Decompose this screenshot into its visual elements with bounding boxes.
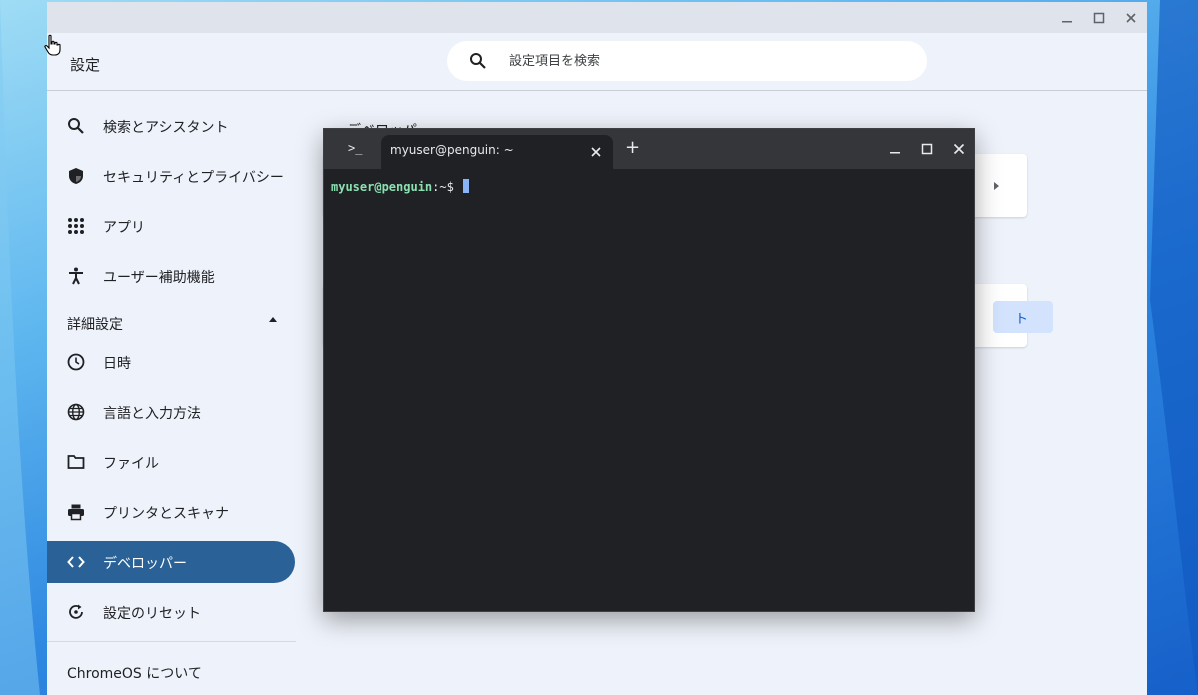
folder-icon: [67, 453, 85, 471]
minimize-icon: [1061, 12, 1073, 24]
maximize-icon: [921, 143, 933, 155]
sidebar-item-accessibility[interactable]: ユーザー補助機能: [47, 255, 295, 297]
maximize-icon: [1093, 12, 1105, 24]
close-icon: [953, 143, 965, 155]
search-icon: [469, 52, 487, 70]
terminal-close-button[interactable]: [949, 139, 969, 159]
hand-pointer-icon: [43, 34, 63, 56]
accessibility-icon: [67, 267, 85, 285]
sidebar-divider: [47, 641, 296, 642]
prompt-line: myuser@penguin:~$: [331, 179, 469, 194]
apps-grid-icon: [67, 217, 85, 235]
sidebar-item-label: 設定のリセット: [103, 603, 201, 623]
search-icon: [67, 117, 85, 135]
sidebar-item-label: 日時: [103, 353, 131, 373]
search-input[interactable]: [509, 51, 909, 71]
sidebar-item-label: ファイル: [103, 453, 159, 473]
clock-icon: [67, 353, 85, 371]
about-chromeos-link[interactable]: ChromeOS について: [67, 663, 202, 683]
close-tab-icon[interactable]: [589, 145, 603, 159]
terminal-app-icon[interactable]: >_: [348, 141, 362, 155]
terminal-tab-bar: >_ myuser@penguin: ~ +: [324, 129, 974, 169]
sidebar-item-search-assistant[interactable]: 検索とアシスタント: [47, 105, 295, 147]
advanced-section-label: 詳細設定: [67, 317, 123, 333]
sidebar-item-label: 言語と入力方法: [103, 403, 201, 423]
caret-up-icon: [269, 317, 277, 322]
page-title: 設定: [70, 54, 100, 75]
sidebar-item-date-time[interactable]: 日時: [47, 341, 295, 383]
search-box[interactable]: [447, 41, 927, 81]
sidebar-item-label: ユーザー補助機能: [103, 267, 215, 287]
sidebar-item-files[interactable]: ファイル: [47, 441, 295, 483]
printer-icon: [67, 503, 85, 521]
close-icon: [1125, 12, 1137, 24]
terminal-tab[interactable]: myuser@penguin: ~: [381, 135, 613, 169]
minimize-icon: [889, 143, 901, 155]
setup-button[interactable]: ト: [993, 301, 1053, 333]
globe-icon: [67, 403, 85, 421]
terminal-minimize-button[interactable]: [885, 139, 905, 159]
sidebar-item-label: セキュリティとプライバシー: [103, 167, 284, 187]
chevron-right-icon: [994, 182, 999, 190]
reset-icon: [67, 603, 85, 621]
terminal-maximize-button[interactable]: [917, 139, 937, 159]
terminal-tab-title: myuser@penguin: ~: [390, 143, 514, 157]
sidebar-item-developers[interactable]: デベロッパー: [47, 541, 295, 583]
sidebar-item-label: 検索とアシスタント: [103, 117, 228, 137]
sidebar-item-languages[interactable]: 言語と入力方法: [47, 391, 295, 433]
sidebar-item-label: アプリ: [103, 217, 145, 237]
terminal-window: >_ myuser@penguin: ~ + myuser@penguin:~$: [323, 128, 975, 612]
text-cursor: [463, 179, 469, 193]
code-icon: [67, 553, 85, 571]
prompt-user: myuser@penguin: [331, 180, 432, 194]
shield-icon: [67, 167, 85, 185]
terminal-output[interactable]: myuser@penguin:~$: [324, 169, 974, 611]
maximize-button[interactable]: [1088, 8, 1110, 28]
prompt-path: :~$: [432, 180, 461, 194]
sidebar-item-apps[interactable]: アプリ: [47, 205, 295, 247]
sidebar-item-security-privacy[interactable]: セキュリティとプライバシー: [47, 155, 295, 197]
sidebar-item-printers[interactable]: プリンタとスキャナ: [47, 491, 295, 533]
advanced-section-header[interactable]: 詳細設定: [67, 314, 277, 334]
sidebar-item-label: デベロッパー: [103, 553, 187, 573]
settings-header: 設定: [47, 33, 1147, 91]
close-button[interactable]: [1120, 8, 1142, 28]
new-tab-button[interactable]: +: [625, 137, 640, 158]
sidebar: 検索とアシスタント セキュリティとプライバシー アプリ ユーザー補助機能: [47, 91, 307, 695]
sidebar-item-reset[interactable]: 設定のリセット: [47, 591, 295, 633]
minimize-button[interactable]: [1056, 8, 1078, 28]
settings-titlebar: [47, 2, 1147, 33]
sidebar-item-label: プリンタとスキャナ: [103, 503, 229, 523]
